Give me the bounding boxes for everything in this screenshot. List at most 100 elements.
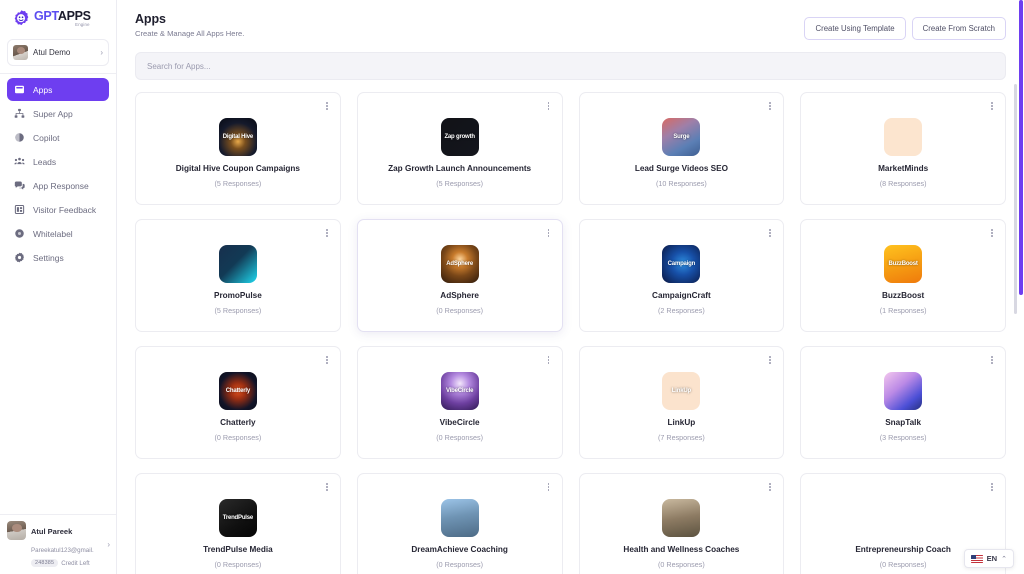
app-card[interactable]: BuzzBoost BuzzBoost (1 Responses)	[800, 219, 1006, 332]
app-icon	[440, 499, 479, 537]
app-icon-label: AdSphere	[446, 260, 473, 267]
language-selector[interactable]: EN ⌃	[963, 549, 1014, 568]
app-card-menu-icon[interactable]	[544, 226, 554, 240]
app-card-responses: (5 Responses)	[436, 178, 483, 188]
app-card[interactable]: MarketMinds (8 Responses)	[800, 92, 1006, 205]
leads-icon	[14, 156, 25, 167]
account-info: Atul Pareek Pareekatul123@gmail. 248385 …	[31, 521, 102, 567]
workspace-switcher[interactable]: Atul Demo ›	[7, 39, 109, 66]
sidebar-item-whitelabel[interactable]: Whitelabel	[7, 222, 109, 245]
app-card[interactable]: DreamAchieve Coaching (0 Responses)	[356, 473, 563, 574]
account-footer[interactable]: Atul Pareek Pareekatul123@gmail. 248385 …	[0, 514, 116, 574]
app-card-menu-icon[interactable]	[987, 226, 997, 240]
page-scrollbar[interactable]	[1018, 0, 1024, 574]
app-card-menu-icon[interactable]	[544, 353, 554, 367]
app-card-responses: (0 Responses)	[436, 305, 483, 315]
create-using-template-button[interactable]: Create Using Template	[804, 17, 906, 40]
content-scrollbar[interactable]	[1014, 84, 1017, 574]
app-card-menu-icon[interactable]	[544, 480, 554, 494]
account-name: Atul Pareek	[31, 527, 73, 536]
us-flag-icon	[970, 554, 983, 563]
copilot-icon	[14, 132, 25, 143]
app-card-responses: (0 Responses)	[658, 559, 705, 569]
page-title: Apps	[135, 12, 166, 26]
workspace-name: Atul Demo	[33, 48, 71, 57]
app-card-menu-icon[interactable]	[987, 353, 997, 367]
content-scrollbar-thumb[interactable]	[1014, 84, 1017, 314]
sidebar-item-label: Leads	[33, 156, 57, 167]
app-card[interactable]: Health and Wellness Coaches (0 Responses)	[578, 473, 785, 574]
app-icon	[884, 499, 922, 537]
app-card-title: Health and Wellness Coaches	[623, 545, 740, 554]
sidebar-item-label: Super App	[33, 108, 73, 119]
brand-name-part2: APPS	[57, 8, 91, 23]
app-card-menu-icon[interactable]	[987, 480, 997, 494]
app-card[interactable]: Zap growth Zap Growth Launch Announcement…	[356, 92, 563, 205]
app-card[interactable]: PromoPulse (5 Responses)	[135, 219, 341, 332]
app-card-title: BuzzBoost	[881, 291, 925, 300]
chevron-up-icon: ⌃	[1001, 555, 1007, 563]
sidebar-item-leads[interactable]: Leads	[7, 150, 109, 173]
app-card[interactable]: TrendPulse TrendPulse Media (0 Responses)	[135, 473, 341, 574]
app-card-responses: (0 Responses)	[436, 559, 483, 569]
app-icon: Zap growth	[440, 118, 479, 156]
app-card-menu-icon[interactable]	[322, 353, 332, 367]
app-card-menu-icon[interactable]	[765, 99, 775, 113]
app-card-menu-icon[interactable]	[765, 353, 775, 367]
app-card-title: Zap Growth Launch Announcements	[388, 164, 532, 173]
sidebar-divider	[0, 73, 116, 74]
app-card-menu-icon[interactable]	[544, 99, 554, 113]
sidebar-item-apps[interactable]: Apps	[7, 78, 109, 101]
sidebar-item-super-app[interactable]: Super App	[7, 102, 109, 125]
language-code: EN	[986, 554, 998, 563]
app-card-menu-icon[interactable]	[322, 480, 332, 494]
app-card-menu-icon[interactable]	[987, 99, 997, 113]
app-card[interactable]: Campaign CampaignCraft (2 Responses)	[578, 219, 785, 332]
apps-icon	[14, 84, 25, 95]
app-icon	[884, 118, 923, 156]
apps-grid: Digital Hive Digital Hive Coupon Campaign…	[135, 92, 1006, 574]
sidebar-item-copilot[interactable]: Copilot	[7, 126, 109, 149]
main-inner: Apps Create & Manage All Apps Here. Crea…	[117, 0, 1024, 574]
app-card[interactable]: AdSphere AdSphere (0 Responses)	[356, 219, 563, 332]
header-actions: Create Using Template Create From Scratc…	[804, 12, 1006, 40]
app-card-menu-icon[interactable]	[322, 226, 332, 240]
chevron-right-icon: ›	[100, 48, 103, 57]
app-card[interactable]: VibeCircle VibeCircle (0 Responses)	[356, 346, 563, 459]
sidebar-item-app-response[interactable]: App Response	[7, 174, 109, 197]
app-card-title: LinkUp	[667, 418, 696, 427]
brand-logo[interactable]: GPTAPPS Engine	[0, 0, 116, 34]
page-header: Apps Create & Manage All Apps Here. Crea…	[135, 12, 1006, 40]
app-icon-label: TrendPulse	[222, 514, 254, 521]
app-card-menu-icon[interactable]	[765, 480, 775, 494]
search-bar[interactable]	[135, 52, 1006, 80]
app-card[interactable]: Surge Lead Surge Videos SEO (10 Responses)	[578, 92, 785, 205]
app-icon: TrendPulse	[218, 499, 257, 537]
app-card[interactable]: Digital Hive Digital Hive Coupon Campaign…	[135, 92, 341, 205]
app-response-icon	[14, 180, 25, 191]
app-card[interactable]: Chatterly Chatterly (0 Responses)	[135, 346, 341, 459]
app-card-responses: (1 Responses)	[879, 305, 927, 315]
super-app-icon	[14, 108, 25, 119]
app-icon-label: BuzzBoost	[888, 260, 918, 267]
app-card-menu-icon[interactable]	[765, 226, 775, 240]
credit-row: 248385 Credit Left	[31, 559, 102, 567]
app-icon	[218, 245, 257, 283]
create-from-scratch-button[interactable]: Create From Scratch	[911, 17, 1006, 40]
workspace-avatar	[13, 45, 28, 60]
app-card[interactable]: LinkUp LinkUp (7 Responses)	[578, 346, 785, 459]
app-card-title: SnapTalk	[885, 418, 922, 427]
app-card-responses: (8 Responses)	[879, 178, 927, 188]
page-scrollbar-thumb[interactable]	[1019, 0, 1023, 295]
app-card-menu-icon[interactable]	[322, 99, 332, 113]
settings-icon	[14, 252, 25, 263]
sidebar-item-label: Apps	[33, 84, 53, 95]
search-input[interactable]	[147, 61, 994, 71]
credit-value-badge: 248385	[31, 559, 59, 567]
sidebar-item-visitor-feedback[interactable]: Visitor Feedback	[7, 198, 109, 221]
sidebar-item-label: Settings	[33, 252, 64, 263]
sidebar-item-settings[interactable]: Settings	[7, 246, 109, 269]
app-card[interactable]: SnapTalk (3 Responses)	[800, 346, 1006, 459]
avatar	[7, 521, 26, 540]
app-card-title: Digital Hive Coupon Campaigns	[175, 164, 300, 173]
